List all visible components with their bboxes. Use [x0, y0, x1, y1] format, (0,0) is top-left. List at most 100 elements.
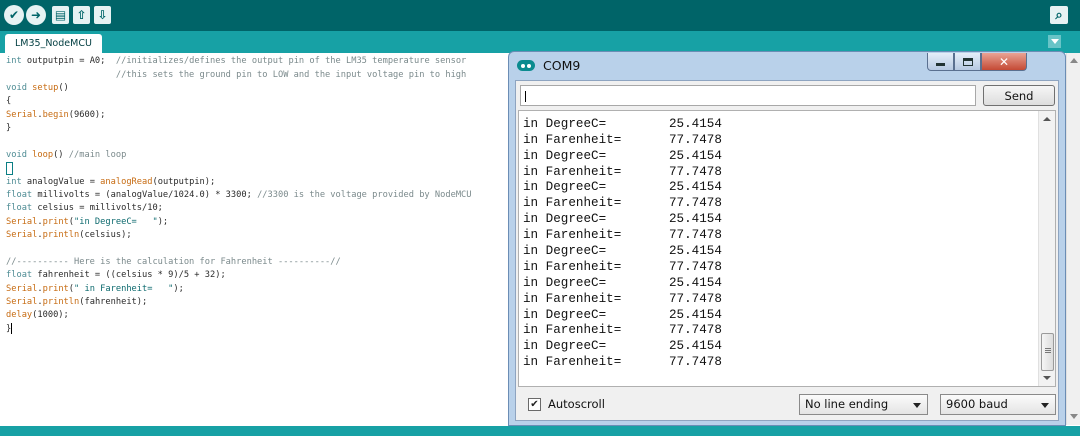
ide-toolbar: ✔ ➜ ▤ ⇧ ⇩ ⌕ — [0, 0, 1080, 31]
baud-rate-value: 9600 baud — [946, 397, 1008, 411]
verify-button[interactable]: ✔ — [4, 5, 24, 25]
output-label: in Farenheit= — [523, 259, 622, 274]
new-sketch-button[interactable]: ▤ — [52, 6, 69, 24]
text-caret — [11, 323, 13, 334]
magnifier-icon: ⌕ — [1055, 7, 1063, 23]
text-caret — [525, 90, 526, 102]
window-titlebar[interactable]: COM9 ✕ — [509, 52, 1065, 80]
code-line: } — [6, 123, 12, 133]
window-title: COM9 — [543, 58, 581, 73]
output-value: 77.7478 — [669, 228, 722, 243]
upload-button[interactable]: ➜ — [26, 5, 46, 25]
code-line: //this sets the ground pin to LOW and th… — [6, 70, 467, 80]
scroll-up-icon[interactable] — [1043, 117, 1051, 121]
code-line: Serial.print(" in Farenheit= "); — [6, 284, 184, 294]
serial-output-line: in Farenheit= 77.7478 — [523, 133, 722, 149]
serial-output-line: in DegreeC= 25.4154 — [523, 339, 722, 355]
output-value: 77.7478 — [669, 323, 722, 338]
maximize-icon — [962, 57, 973, 66]
code-line: } — [6, 323, 13, 334]
code-line: Serial.println(celsius); — [6, 230, 132, 240]
tab-lm35-nodemcu[interactable]: LM35_NodeMCU — [5, 34, 102, 53]
serial-output-line: in Farenheit=77.7478 — [523, 111, 722, 117]
send-button[interactable]: Send — [983, 85, 1055, 106]
output-value: 25.4154 — [669, 212, 722, 227]
chevron-down-icon — [1041, 403, 1049, 408]
new-file-icon: ▤ — [54, 8, 67, 22]
autoscroll-label: Autoscroll — [548, 397, 605, 411]
serial-output-line: in DegreeC= 25.4154 — [523, 117, 722, 133]
serial-output-line: in Farenheit= 77.7478 — [523, 260, 722, 276]
serial-output-line: in DegreeC= 25.4154 — [523, 212, 722, 228]
check-icon: ✔ — [530, 398, 539, 410]
code-line: Serial.begin(9600); — [6, 110, 106, 120]
output-label: in Farenheit= — [523, 164, 622, 179]
output-label: in DegreeC= — [523, 307, 607, 322]
arrow-right-icon: ➜ — [30, 8, 42, 22]
scroll-down-icon[interactable] — [1070, 414, 1078, 419]
serial-output-line: in DegreeC= 25.4154 — [523, 276, 722, 292]
code-line: void loop() //main loop — [6, 150, 127, 160]
save-arrow-icon: ⇩ — [97, 8, 108, 22]
serial-output-line: in Farenheit= 77.7478 — [523, 165, 722, 181]
serial-output-line: in Farenheit= 77.7478 — [523, 228, 722, 244]
code-line: float celsius = millivolts/10; — [6, 203, 163, 213]
code-line: int analogValue = analogRead(outputpin); — [6, 177, 216, 187]
serial-output-line: in DegreeC= 25.4154 — [523, 308, 722, 324]
output-value: 77.7478 — [669, 132, 722, 147]
code-line: int outputpin = A0; //initializes/define… — [6, 56, 467, 66]
scroll-thumb[interactable] — [1041, 333, 1054, 371]
tab-menu-button[interactable] — [1048, 35, 1061, 48]
code-line: void setup() — [6, 83, 69, 93]
minimize-icon — [936, 63, 945, 66]
output-scrollbar[interactable] — [1038, 111, 1055, 386]
scroll-up-icon[interactable] — [1070, 58, 1078, 63]
output-value: 77.7478 — [669, 355, 722, 370]
output-label: in DegreeC= — [523, 148, 607, 163]
maximize-button[interactable] — [954, 53, 981, 71]
output-value: 25.4154 — [669, 307, 722, 322]
output-value: 77.7478 — [669, 196, 722, 211]
serial-output[interactable]: in Farenheit=77.7478in DegreeC=25.4154in… — [518, 110, 1056, 387]
autoscroll-checkbox[interactable]: ✔ — [528, 398, 541, 411]
output-value: 25.4154 — [669, 148, 722, 163]
output-value: 25.4154 — [669, 116, 722, 131]
serial-output-line: in Farenheit= 77.7478 — [523, 323, 722, 339]
scroll-down-icon[interactable] — [1043, 376, 1051, 380]
line-ending-select[interactable]: No line ending — [799, 394, 928, 415]
code-line: //---------- Here is the calculation for… — [6, 257, 341, 267]
output-value: 25.4154 — [669, 339, 722, 354]
serial-monitor-button[interactable]: ⌕ — [1050, 6, 1068, 24]
output-value: 77.7478 — [669, 111, 722, 115]
line-ending-value: No line ending — [805, 397, 889, 411]
output-label: in Farenheit= — [523, 196, 622, 211]
serial-output-line: in DegreeC= 25.4154 — [523, 180, 722, 196]
chevron-down-icon — [913, 403, 921, 408]
output-value: 25.4154 — [669, 275, 722, 290]
save-sketch-button[interactable]: ⇩ — [94, 6, 111, 24]
code-line: Serial.println(fahrenheit); — [6, 297, 148, 307]
code-editor[interactable]: int outputpin = A0; //initializes/define… — [0, 53, 508, 425]
send-input[interactable] — [520, 85, 976, 106]
output-label: in Farenheit= — [523, 228, 622, 243]
serial-output-line: in Farenheit=77.7478 — [523, 355, 722, 371]
code-line: float millivolts = (analogValue/1024.0) … — [6, 190, 472, 200]
tab-bar: LM35_NodeMCU — [0, 31, 1080, 53]
serial-output-line: in Farenheit= 77.7478 — [523, 196, 722, 212]
close-button[interactable]: ✕ — [981, 53, 1027, 71]
check-icon: ✔ — [8, 8, 20, 22]
output-value: 77.7478 — [669, 259, 722, 274]
serial-monitor-client: Send in Farenheit=77.7478in DegreeC=25.4… — [515, 80, 1059, 421]
code-line: Serial.print("in DegreeC= "); — [6, 217, 169, 227]
output-label: in DegreeC= — [523, 212, 607, 227]
output-label: in Farenheit= — [523, 323, 622, 338]
editor-scrollbar[interactable] — [1066, 53, 1080, 425]
output-label: in Farenheit= — [523, 111, 669, 117]
minimize-button[interactable] — [927, 53, 954, 71]
baud-rate-select[interactable]: 9600 baud — [940, 394, 1056, 415]
output-label: in DegreeC= — [523, 339, 607, 354]
output-label: in Farenheit= — [523, 132, 622, 147]
output-value: 77.7478 — [669, 164, 722, 179]
open-sketch-button[interactable]: ⇧ — [73, 6, 90, 24]
output-value: 25.4154 — [669, 244, 722, 259]
